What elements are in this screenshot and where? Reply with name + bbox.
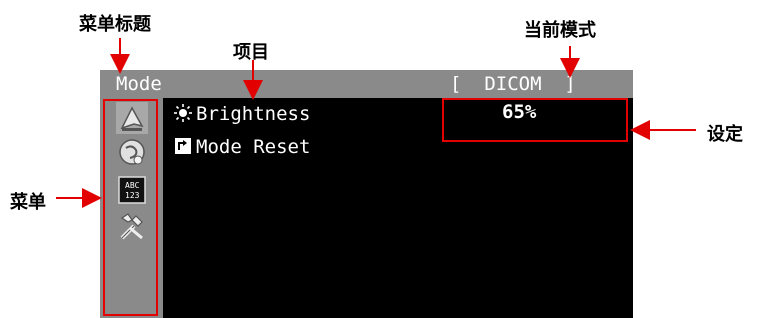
annotation-current-mode: 当前模式 <box>524 20 596 41</box>
reset-icon <box>175 138 191 154</box>
menu-highlight-box <box>103 99 158 316</box>
annotation-menu: 菜单 <box>10 192 46 213</box>
item-mode-reset-label: Mode Reset <box>196 136 311 158</box>
brightness-icon <box>174 104 192 122</box>
item-brightness-label: Brightness <box>196 103 311 125</box>
annotation-menu-title: 菜单标题 <box>79 14 151 35</box>
osd-menu-title: Mode <box>116 73 162 95</box>
item-mode-reset[interactable]: Mode Reset <box>174 136 310 162</box>
item-brightness[interactable]: Brightness <box>174 103 310 129</box>
osd-header: Mode [ DICOM ] <box>100 70 633 98</box>
annotation-setting: 设定 <box>707 124 743 145</box>
annotation-item: 项目 <box>233 42 269 63</box>
osd-current-mode: [ DICOM ] <box>450 73 576 95</box>
setting-highlight-box <box>442 98 628 142</box>
